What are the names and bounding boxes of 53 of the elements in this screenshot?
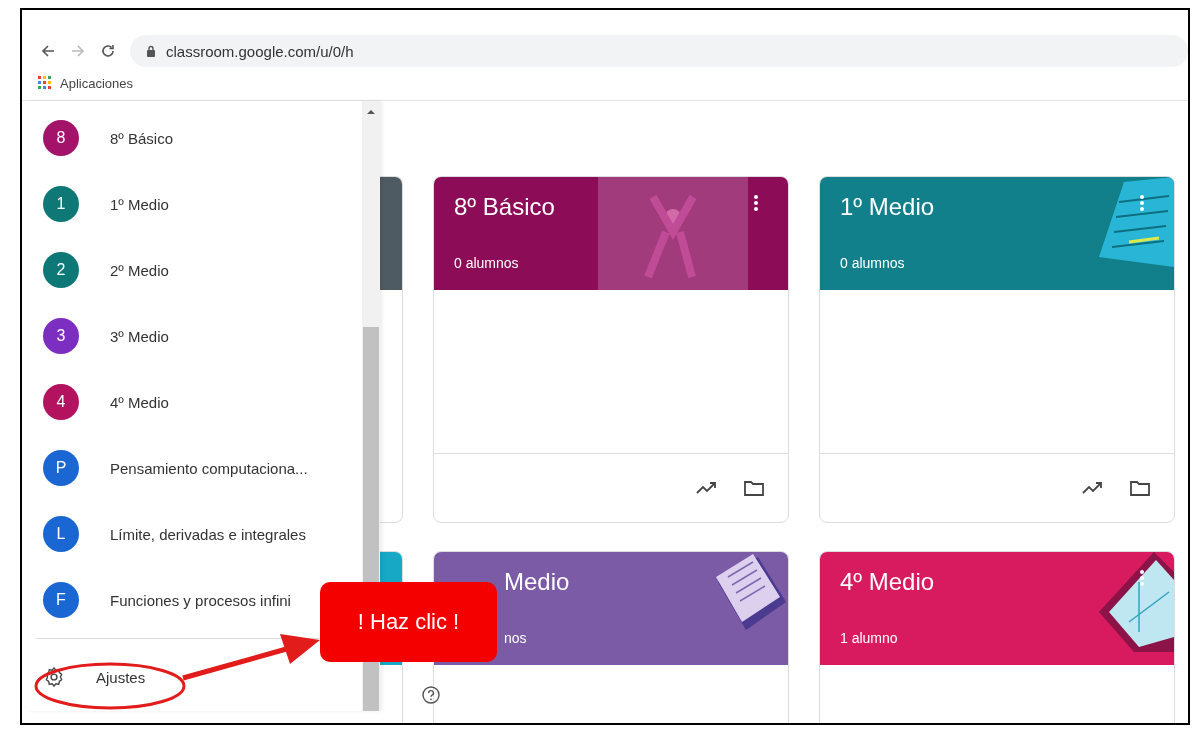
class-card[interactable]: 1º Medio 0 alumnos — [819, 176, 1175, 523]
more-options-icon[interactable] — [754, 195, 758, 211]
bookmark-item[interactable]: Aplicaciones — [38, 75, 133, 91]
class-name: 3º Medio — [110, 327, 169, 345]
class-name: Funciones y procesos infini — [110, 591, 291, 609]
class-name: 4º Medio — [110, 393, 169, 411]
class-name: 2º Medio — [110, 261, 169, 279]
settings-item[interactable]: Ajustes — [28, 644, 146, 710]
help-icon[interactable] — [422, 686, 440, 704]
class-name: 1º Medio — [110, 195, 169, 213]
settings-icon — [43, 666, 65, 688]
class-item[interactable]: L Límite, derivadas e integrales — [28, 501, 306, 567]
folder-icon[interactable] — [744, 480, 764, 496]
class-avatar: F — [43, 582, 79, 618]
trending-icon[interactable] — [696, 481, 718, 495]
class-name: Pensamiento computaciona... — [110, 459, 308, 477]
back-icon[interactable] — [40, 43, 56, 59]
class-title[interactable]: 1º Medio — [840, 193, 935, 221]
reload-icon[interactable] — [100, 43, 116, 59]
more-options-icon[interactable] — [1140, 570, 1144, 586]
class-avatar: P — [43, 450, 79, 486]
class-avatar: L — [43, 516, 79, 552]
class-avatar: 2 — [43, 252, 79, 288]
folder-icon[interactable] — [1130, 480, 1150, 496]
class-item[interactable]: P Pensamiento computaciona... — [28, 435, 308, 501]
scroll-up-icon[interactable] — [367, 109, 375, 115]
apps-grid-icon — [38, 76, 52, 90]
address-bar[interactable]: classroom.google.com/u/0/h — [130, 35, 1188, 67]
class-name: Límite, derivadas e integrales — [110, 525, 306, 543]
class-avatar: 1 — [43, 186, 79, 222]
student-count: 0 alumnos — [840, 255, 905, 271]
class-item[interactable]: 1 1º Medio — [28, 171, 169, 237]
class-item[interactable]: 8 8º Básico — [28, 105, 173, 171]
trending-icon[interactable] — [1082, 481, 1104, 495]
class-item[interactable]: 2 2º Medio — [28, 237, 169, 303]
class-card[interactable]: 4º Medio 1 alumno — [819, 551, 1175, 723]
class-item[interactable]: 3 3º Medio — [28, 303, 169, 369]
student-count: 1 alumno — [840, 630, 898, 646]
class-title[interactable]: 4º Medio — [840, 568, 935, 596]
callout-label: ! Haz clic ! — [320, 582, 497, 662]
student-count: 0 alumnos — [454, 255, 519, 271]
class-title[interactable]: Medio — [504, 568, 570, 596]
class-title[interactable]: 8º Básico — [454, 193, 555, 221]
class-item[interactable]: 4 4º Medio — [28, 369, 169, 435]
class-avatar: 4 — [43, 384, 79, 420]
student-count: nos — [504, 630, 527, 646]
more-options-icon[interactable] — [1140, 195, 1144, 211]
class-avatar: 3 — [43, 318, 79, 354]
class-avatar: 8 — [43, 120, 79, 156]
class-item[interactable]: F Funciones y procesos infini — [28, 567, 291, 633]
class-name: 8º Básico — [110, 129, 173, 147]
lock-icon — [146, 45, 156, 57]
class-card[interactable]: 8º Básico 0 alumnos — [433, 176, 789, 523]
